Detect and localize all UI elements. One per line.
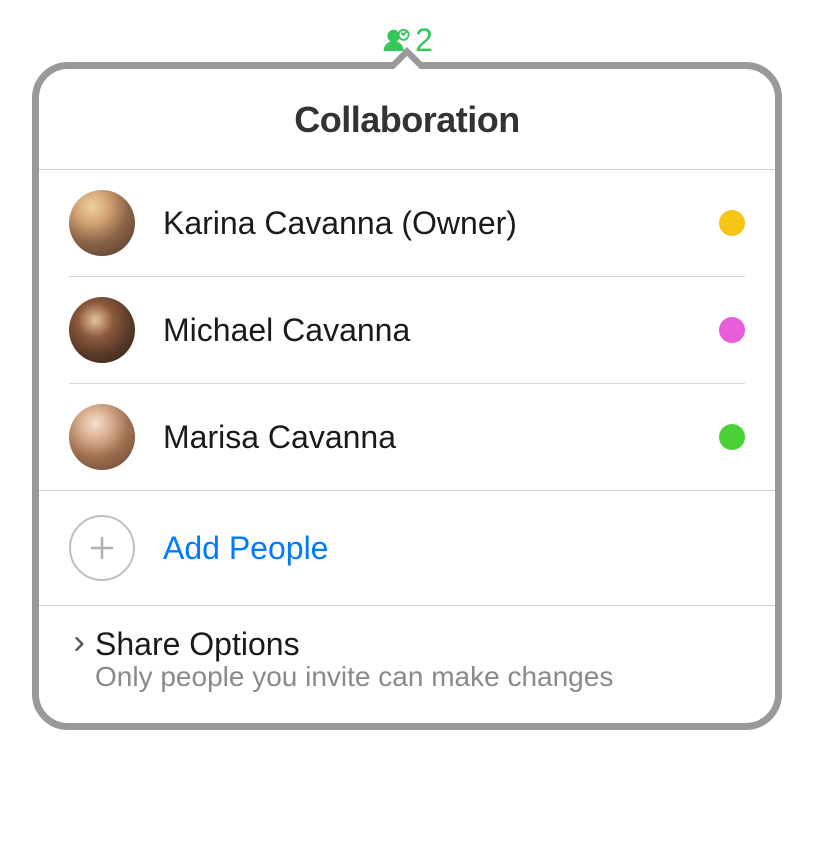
avatar — [69, 404, 135, 470]
participants-list: Karina Cavanna (Owner) Michael Cavanna M… — [39, 170, 775, 490]
collaboration-popover: Collaboration Karina Cavanna (Owner) Mic… — [32, 62, 782, 730]
popover-title: Collaboration — [39, 99, 775, 141]
share-options-text: Share Options Only people you invite can… — [95, 626, 613, 693]
add-people-button[interactable]: Add People — [39, 490, 775, 605]
participant-name: Karina Cavanna (Owner) — [163, 205, 691, 242]
status-dot — [719, 317, 745, 343]
share-options-subtitle: Only people you invite can make changes — [95, 661, 613, 693]
popover-body: Collaboration Karina Cavanna (Owner) Mic… — [32, 62, 782, 730]
avatar — [69, 190, 135, 256]
participant-row[interactable]: Michael Cavanna — [69, 277, 745, 384]
plus-circle-icon — [69, 515, 135, 581]
participant-name: Marisa Cavanna — [163, 419, 691, 456]
participant-name: Michael Cavanna — [163, 312, 691, 349]
share-options-button[interactable]: Share Options Only people you invite can… — [39, 605, 775, 723]
popover-arrow-inner — [389, 56, 425, 74]
status-dot — [719, 210, 745, 236]
participant-row[interactable]: Marisa Cavanna — [69, 384, 745, 490]
chevron-right-icon — [69, 634, 89, 654]
add-people-label: Add People — [163, 530, 328, 567]
status-dot — [719, 424, 745, 450]
share-options-title: Share Options — [95, 626, 613, 663]
avatar — [69, 297, 135, 363]
popover-header: Collaboration — [39, 69, 775, 170]
participant-row[interactable]: Karina Cavanna (Owner) — [69, 170, 745, 277]
